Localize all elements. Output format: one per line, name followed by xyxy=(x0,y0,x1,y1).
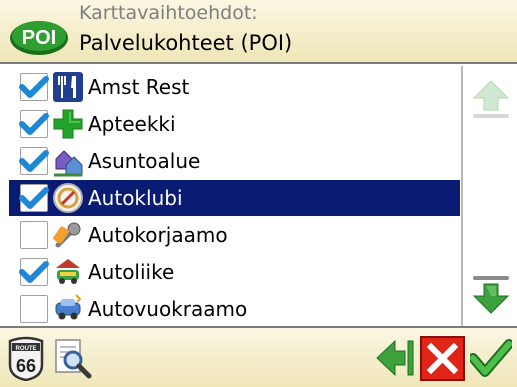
route-sign-icon[interactable]: ROUTE 66 xyxy=(6,335,46,381)
car-rental-icon xyxy=(55,294,82,320)
svg-text:ROUTE: ROUTE xyxy=(16,346,37,352)
auto-club-icon xyxy=(53,183,83,213)
checkmark-icon xyxy=(19,150,49,172)
search-magnifier-icon[interactable] xyxy=(53,338,93,380)
dialog-title: Palvelukohteet (POI) xyxy=(79,31,293,55)
checkbox[interactable] xyxy=(19,184,49,212)
svg-text:POI: POI xyxy=(22,27,56,49)
pharmacy-cross-icon xyxy=(53,109,83,139)
residential-area-icon xyxy=(54,150,83,177)
poi-category-list[interactable]: Amst Rest Apteekki Asuntoalue Autoklubi … xyxy=(0,66,460,326)
svg-text:66: 66 xyxy=(16,356,36,376)
car-repair-icon xyxy=(53,222,81,248)
list-item-label: Autoliike xyxy=(88,260,175,284)
list-item-label: Autokorjaamo xyxy=(88,223,228,247)
dialog-subtitle: Karttavaihtoehdot: xyxy=(79,2,258,24)
scroll-up-arrow-icon[interactable] xyxy=(471,78,511,120)
list-item-label: Amst Rest xyxy=(88,75,190,99)
checkmark-icon xyxy=(19,261,49,283)
checkbox[interactable] xyxy=(19,73,49,101)
scrollbar[interactable] xyxy=(461,66,517,326)
checkbox[interactable] xyxy=(19,258,49,286)
checkmark-icon xyxy=(19,76,49,98)
footer-toolbar: ROUTE 66 xyxy=(0,326,517,387)
checkbox[interactable] xyxy=(20,295,48,323)
list-item-autoliike[interactable]: Autoliike xyxy=(0,254,460,290)
back-arrow-icon[interactable] xyxy=(375,338,415,378)
list-item-autovuokraamo[interactable]: Autovuokraamo xyxy=(0,291,460,327)
car-dealer-icon xyxy=(56,259,80,284)
checkbox[interactable] xyxy=(20,221,48,249)
list-item-asuntoalue[interactable]: Asuntoalue xyxy=(0,143,460,179)
cancel-x-icon[interactable] xyxy=(420,336,465,381)
list-item-autokorjaamo[interactable]: Autokorjaamo xyxy=(0,217,460,253)
checkmark-icon xyxy=(19,187,49,209)
restaurant-icon xyxy=(53,72,83,102)
list-item-amst-rest[interactable]: Amst Rest xyxy=(0,69,460,105)
checkbox[interactable] xyxy=(19,147,49,175)
list-item-label: Asuntoalue xyxy=(88,149,201,173)
poi-logo-icon: POI xyxy=(10,21,68,55)
list-item-label: Autoklubi xyxy=(88,186,183,210)
list-item-apteekki[interactable]: Apteekki xyxy=(0,106,460,142)
checkbox[interactable] xyxy=(19,110,49,138)
list-item-autoklubi[interactable]: Autoklubi xyxy=(9,180,460,216)
list-item-label: Autovuokraamo xyxy=(88,297,248,321)
scroll-down-arrow-icon[interactable] xyxy=(471,274,511,316)
confirm-check-icon[interactable] xyxy=(470,338,512,378)
header-bar: POI Karttavaihtoehdot: Palvelukohteet (P… xyxy=(0,0,517,64)
checkmark-icon xyxy=(19,113,49,135)
list-item-label: Apteekki xyxy=(88,112,176,136)
